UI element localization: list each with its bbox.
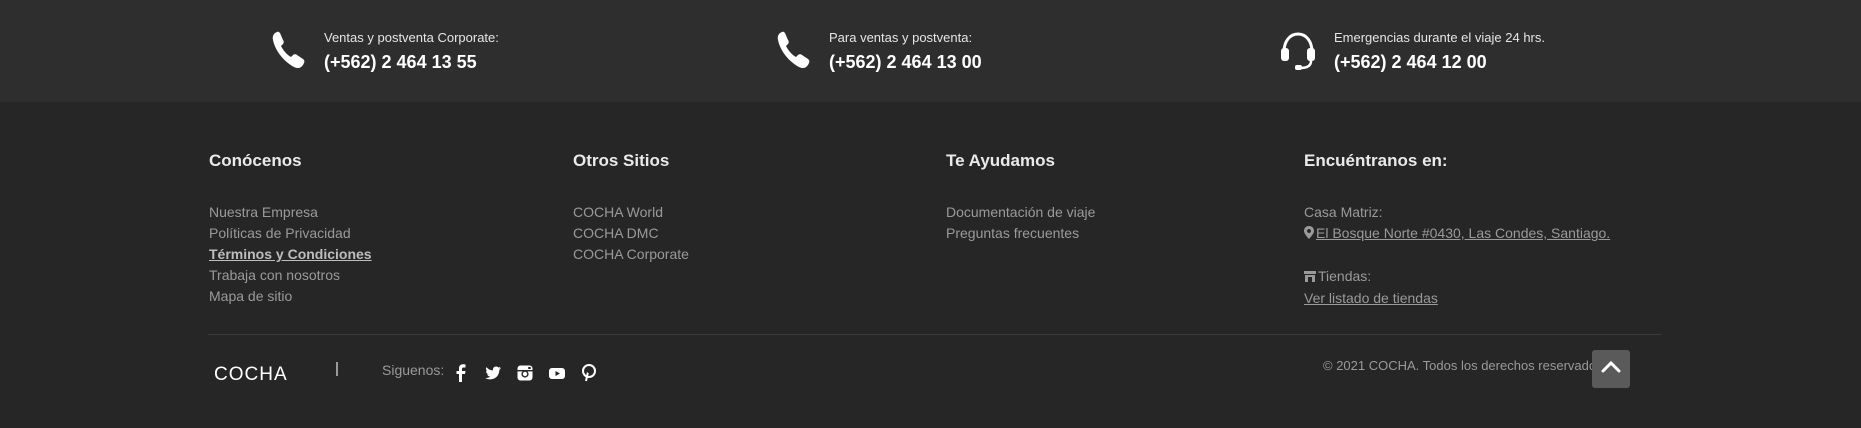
copyright: © 2021 COCHA. Todos los derechos reserva…: [1323, 358, 1603, 373]
facebook-icon[interactable]: [452, 364, 470, 382]
link-preguntas[interactable]: Preguntas frecuentes: [946, 223, 1095, 244]
column-title: Otros Sitios: [573, 151, 670, 170]
footer-bottom: COCHA Siguenos: © 2021 COCHA. Todos los …: [0, 350, 1861, 410]
column-title: Conócenos: [209, 151, 302, 170]
contact-corporate: Ventas y postventa Corporate: (+562) 2 4…: [268, 28, 499, 73]
headset-icon: [1278, 28, 1318, 72]
tiendas-row: Tiendas:: [1304, 266, 1610, 288]
link-cocha-world[interactable]: COCHA World: [573, 202, 689, 223]
store-icon: [1304, 267, 1318, 288]
casa-matriz-label: Casa Matriz:: [1304, 204, 1383, 220]
column-title: Encuéntranos en:: [1304, 151, 1448, 170]
map-pin-icon: [1304, 224, 1316, 245]
contact-number[interactable]: (+562) 2 464 13 00: [829, 51, 982, 73]
cocha-logo[interactable]: COCHA: [214, 362, 298, 385]
column-conocenos: Conócenos Nuestra Empresa Políticas de P…: [209, 150, 372, 307]
contact-label: Emergencias durante el viaje 24 hrs.: [1334, 30, 1546, 45]
phone-icon: [268, 28, 308, 72]
youtube-icon[interactable]: [548, 364, 566, 382]
link-cocha-dmc[interactable]: COCHA DMC: [573, 223, 689, 244]
contact-label: Para ventas y postventa:: [829, 30, 973, 45]
twitter-icon[interactable]: [484, 364, 502, 382]
address-row: El Bosque Norte #0430, Las Condes, Santi…: [1304, 223, 1610, 245]
address-link[interactable]: El Bosque Norte #0430, Las Condes, Santi…: [1316, 225, 1610, 241]
chevron-up-icon: [1601, 360, 1621, 378]
instagram-icon[interactable]: [516, 364, 534, 382]
pinterest-icon[interactable]: [580, 364, 598, 382]
contact-emergency: Emergencias durante el viaje 24 hrs. (+5…: [1278, 28, 1545, 73]
link-privacidad[interactable]: Políticas de Privacidad: [209, 223, 372, 244]
contact-number[interactable]: (+562) 2 464 12 00: [1334, 51, 1545, 73]
column-te-ayudamos: Te Ayudamos Documentación de viaje Pregu…: [946, 150, 1095, 244]
contact-number[interactable]: (+562) 2 464 13 55: [324, 51, 499, 73]
phone-icon: [773, 28, 813, 72]
tiendas-label: Tiendas:: [1318, 267, 1372, 284]
link-cocha-corporate[interactable]: COCHA Corporate: [573, 244, 689, 265]
link-trabaja[interactable]: Trabaja con nosotros: [209, 265, 372, 286]
divider: [208, 334, 1662, 335]
link-documentacion[interactable]: Documentación de viaje: [946, 202, 1095, 223]
back-to-top-button[interactable]: [1592, 350, 1630, 388]
link-terminos[interactable]: Términos y Condiciones: [209, 244, 372, 265]
link-mapa-sitio[interactable]: Mapa de sitio: [209, 286, 372, 307]
footer-main: Conócenos Nuestra Empresa Políticas de P…: [0, 102, 1861, 428]
contact-bar: Ventas y postventa Corporate: (+562) 2 4…: [0, 0, 1861, 102]
column-encuentranos: Encuéntranos en: Casa Matriz: El Bosque …: [1304, 150, 1610, 309]
tiendas-link[interactable]: Ver listado de tiendas: [1304, 288, 1610, 309]
contact-label: Ventas y postventa Corporate:: [324, 30, 499, 45]
column-title: Te Ayudamos: [946, 151, 1055, 170]
link-nuestra-empresa[interactable]: Nuestra Empresa: [209, 202, 372, 223]
spacer: [1304, 245, 1610, 266]
column-otros-sitios: Otros Sitios COCHA World COCHA DMC COCHA…: [573, 150, 689, 265]
separator: [336, 362, 338, 376]
contact-sales: Para ventas y postventa: (+562) 2 464 13…: [773, 28, 982, 73]
follow-label: Siguenos:: [382, 362, 445, 378]
svg-text:COCHA: COCHA: [214, 364, 288, 384]
